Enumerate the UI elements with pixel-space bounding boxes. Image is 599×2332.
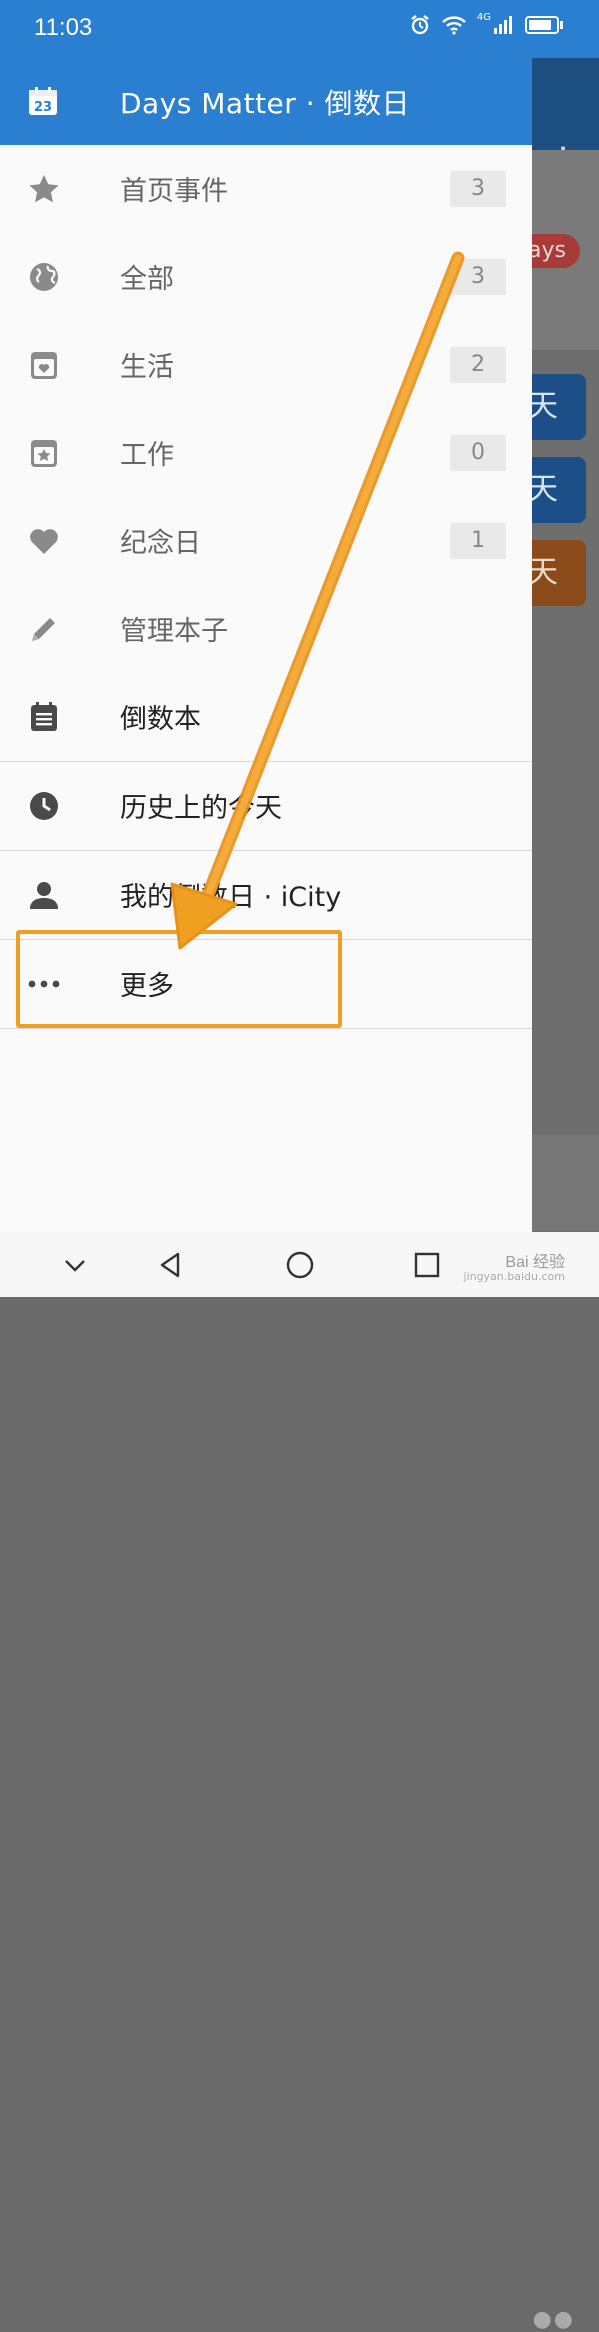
annotation-highlight-box <box>16 930 342 1028</box>
drawer-title: Days Matter · 倒数日 <box>120 87 410 120</box>
drawer-item-label: 首页事件 <box>120 176 228 207</box>
drawer-item-life[interactable]: 生活 2 <box>0 321 532 409</box>
divider <box>0 1028 532 1029</box>
star-icon <box>29 175 59 203</box>
drawer-header: 23 Days Matter · 倒数日 <box>0 58 532 145</box>
drawer-item-label: 生活 <box>120 352 174 383</box>
battery-cap <box>560 21 563 29</box>
count-badge: 0 <box>450 435 506 471</box>
4g-signal-icon <box>494 16 512 34</box>
wifi-icon <box>442 16 466 35</box>
count-badge: 2 <box>450 347 506 383</box>
heart-icon <box>30 529 58 554</box>
life-notebook-icon <box>31 352 57 379</box>
drawer-item-work[interactable]: 工作 0 <box>0 409 532 497</box>
alarm-icon <box>411 15 429 35</box>
status-bar: 11:03 4G <box>0 0 599 58</box>
drawer-menu: 首页事件 3 全部 3 生活 2 工作 0 纪念日 1 管理本子 倒数本 历史上… <box>0 145 532 1029</box>
drawer-item-label: 历史上的今天 <box>120 793 282 824</box>
globe-icon <box>30 263 58 291</box>
baidu-watermark-url: jingyan.baidu.com <box>463 1270 565 1283</box>
drawer-item-all[interactable]: 全部 3 <box>0 233 532 321</box>
status-icons: 4G <box>409 11 563 36</box>
count-badge: 3 <box>450 259 506 295</box>
home-icon[interactable] <box>285 1250 315 1280</box>
work-notebook-icon <box>31 440 57 467</box>
clock-icon <box>30 792 58 820</box>
recents-icon[interactable] <box>412 1250 442 1280</box>
drawer-item-history-today[interactable]: 历史上的今天 <box>0 762 532 850</box>
navigation-drawer: 23 Days Matter · 倒数日 首页事件 3 全部 3 生活 2 工作… <box>0 58 532 1232</box>
chevron-down-icon[interactable] <box>60 1250 90 1280</box>
drawer-item-label: 纪念日 <box>120 528 201 559</box>
drawer-item-label: 管理本子 <box>120 616 228 647</box>
drawer-item-anniversary[interactable]: 纪念日 1 <box>0 497 532 585</box>
drawer-item-label: 全部 <box>120 264 174 295</box>
more-dots-icon[interactable]: ●● <box>533 2307 575 2332</box>
calendar-icon: 23 <box>29 87 57 115</box>
drawer-item-label: 我的倒数日 · iCity <box>120 882 342 913</box>
pencil-icon <box>32 618 55 641</box>
drawer-item-label: 倒数本 <box>120 704 201 735</box>
status-time: 11:03 <box>34 14 93 41</box>
drawer-item-manage-notebooks[interactable]: 管理本子 <box>0 585 532 673</box>
drawer-item-countdown-book[interactable]: 倒数本 <box>0 673 532 761</box>
person-icon <box>30 882 58 909</box>
list-notebook-icon <box>31 702 57 731</box>
back-icon[interactable] <box>156 1250 186 1280</box>
count-badge: 3 <box>450 171 506 207</box>
count-badge: 1 <box>450 523 506 559</box>
baidu-watermark: Bai 经验 <box>505 1254 565 1271</box>
battery-icon <box>525 16 559 34</box>
calendar-icon-text: 23 <box>34 100 52 115</box>
drawer-item-my-icity[interactable]: 我的倒数日 · iCity <box>0 851 532 939</box>
drawer-item-home-events[interactable]: 首页事件 3 <box>0 145 532 233</box>
drawer-item-label: 工作 <box>120 440 174 471</box>
network-type-label: 4G <box>476 11 491 23</box>
